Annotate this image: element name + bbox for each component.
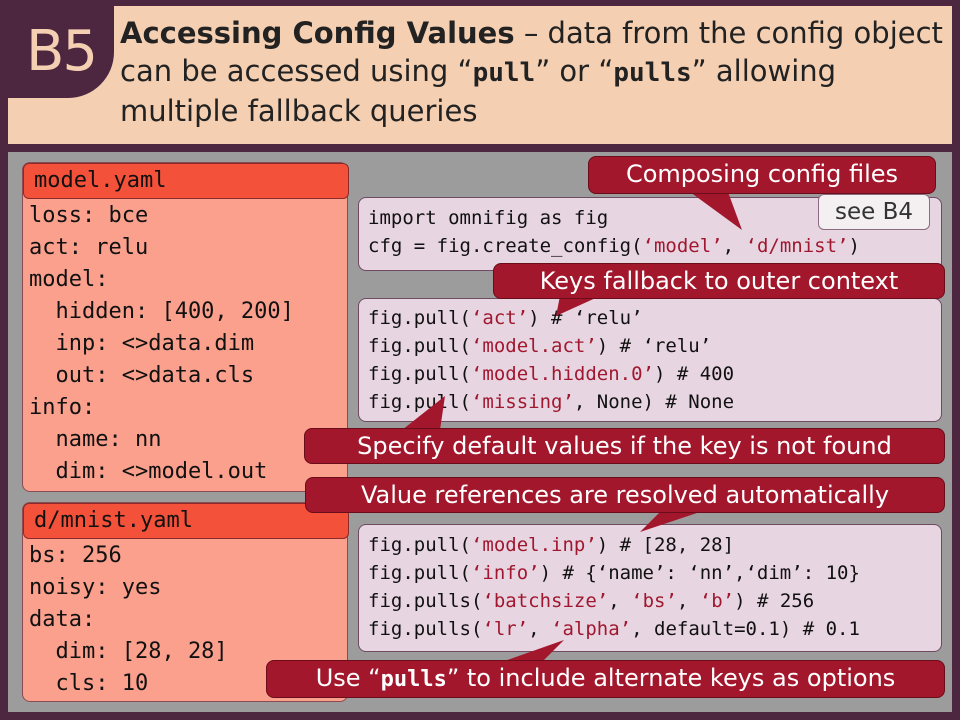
model-yaml-box: model.yaml loss: bce act: relu model: hi… [22, 162, 349, 492]
model-yaml-line: dim: <>model.out [29, 459, 268, 484]
header-pulls-code: pulls [613, 58, 692, 88]
mnist-yaml-title: d/mnist.yaml [23, 503, 349, 539]
header: B5 Accessing Config Values – data from t… [8, 6, 952, 144]
callout-references: Value references are resolved automatica… [305, 477, 945, 513]
code-line: fig.pull(‘info’) # {‘name’: ‘nn’,‘dim’: … [368, 562, 860, 584]
header-title: Accessing Config Values [120, 16, 515, 50]
model-yaml-line: inp: <>data.dim [29, 331, 255, 356]
header-text: Accessing Config Values – data from the … [120, 16, 943, 128]
callout-defaults: Specify default values if the key is not… [304, 428, 945, 464]
header-pull-code: pull [472, 58, 536, 88]
model-yaml-line: loss: bce [29, 203, 149, 228]
code-line: fig.pull(‘missing’, None) # None [368, 391, 735, 413]
code-line: fig.pull(‘model.act’) # ‘relu’ [368, 335, 712, 357]
see-b4-tag: see B4 [818, 194, 930, 230]
mnist-yaml-line: data: [29, 607, 96, 632]
model-yaml-title: model.yaml [23, 163, 349, 199]
code-line: fig.pull(‘model.inp’) # [28, 28] [368, 534, 735, 556]
model-yaml-line: info: [29, 395, 96, 420]
code-line: cfg = fig.create_config(‘model’, ‘d/mnis… [368, 235, 860, 257]
mnist-yaml-line: noisy: yes [29, 575, 162, 600]
model-yaml-line: hidden: [400, 200] [29, 299, 294, 324]
callout-composing: Composing config files [588, 156, 936, 194]
callout-pulls: Use “pulls” to include alternate keys as… [266, 660, 945, 698]
code-line: import omnifig as fig [368, 207, 609, 229]
pull-code-box: fig.pull(‘act’) # ‘relu’ fig.pull(‘model… [358, 298, 942, 422]
code-line: fig.pull(‘model.hidden.0’) # 400 [368, 363, 735, 385]
code-line: fig.pulls(‘batchsize’, ‘bs’, ‘b’) # 256 [368, 590, 815, 612]
mnist-yaml-line: cls: 10 [29, 671, 149, 696]
section-badge: B5 [8, 6, 114, 98]
model-yaml-line: out: <>data.cls [29, 363, 255, 388]
mnist-yaml-line: dim: [28, 28] [29, 639, 228, 664]
model-yaml-line: model: [29, 267, 109, 292]
header-desc-2: or [550, 54, 599, 88]
mnist-yaml-line: bs: 256 [29, 543, 122, 568]
code-line: fig.pull(‘act’) # ‘relu’ [368, 307, 643, 329]
refs-code-box: fig.pull(‘model.inp’) # [28, 28] fig.pul… [358, 524, 942, 652]
code-line: fig.pulls(‘lr’, ‘alpha’, default=0.1) # … [368, 618, 860, 640]
callout-fallback: Keys fallback to outer context [493, 263, 945, 299]
model-yaml-line: act: relu [29, 235, 149, 260]
model-yaml-line: name: nn [29, 427, 162, 452]
